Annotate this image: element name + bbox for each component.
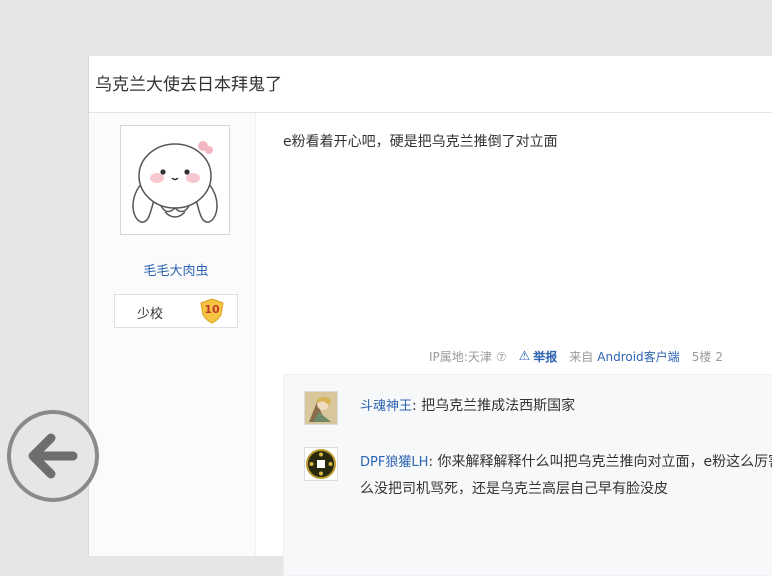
level-shield-icon: 10 [199,298,225,324]
thread-title: 乌克兰大使去日本拜鬼了 [95,75,282,95]
client-prefix: 来自 [569,350,594,364]
post-panel: 乌克兰大使去日本拜鬼了 毛毛大肉虫 少校 10 e粉看着开心吧，硬是把乌克兰推倒… [88,56,772,576]
report-button[interactable]: ⚠ 举报 [519,348,558,365]
bunny-avatar-icon [121,126,229,234]
post-tail: IP属地:天津 ⑦ ⚠ 举报 来自 Android客户端 5楼 2 [429,348,723,365]
back-button[interactable] [7,410,99,502]
rank-title: 少校 [137,307,164,322]
commenter-avatar[interactable] [304,447,338,481]
author-rank-badge[interactable]: 少校 10 [114,294,238,328]
warning-icon: ⚠ [518,349,531,364]
client-link[interactable]: Android客户端 [597,348,679,365]
post-content: e粉看着开心吧，硬是把乌克兰推倒了对立面 [283,134,558,150]
comment-text: 把乌克兰推成法西斯国家 [421,398,576,414]
comment-username[interactable]: 斗魂神王 [360,399,412,414]
arrow-left-icon [28,433,78,479]
rank-level-number: 10 [204,303,220,316]
comment-separator: : [428,454,438,470]
author-name[interactable]: 毛毛大肉虫 [89,260,263,279]
comment-separator: : [412,398,422,414]
author-avatar[interactable] [120,125,230,235]
author-sidebar: 毛毛大肉虫 少校 10 [89,113,256,556]
floor-number: 5楼 [691,350,712,364]
thread-title-bar: 乌克兰大使去日本拜鬼了 [89,56,772,113]
help-icon[interactable]: ⑦ [496,350,507,364]
ip-location: IP属地:天津 [429,350,492,364]
floor-tail: 2 [715,349,723,364]
commenter-avatar[interactable] [304,391,338,425]
comment-username[interactable]: DPF狼獾LH [360,455,428,470]
report-label: 举报 [533,350,558,364]
anime-avatar-icon [305,392,337,424]
comment-body: 斗魂神王: 把乌克兰推成法西斯国家 [360,393,772,420]
comment-body: DPF狼獾LH: 你来解释解释什么叫把乌克兰推向对立面，e粉这么厉害怎么没把司机… [360,449,772,502]
coin-avatar-icon [305,448,337,480]
